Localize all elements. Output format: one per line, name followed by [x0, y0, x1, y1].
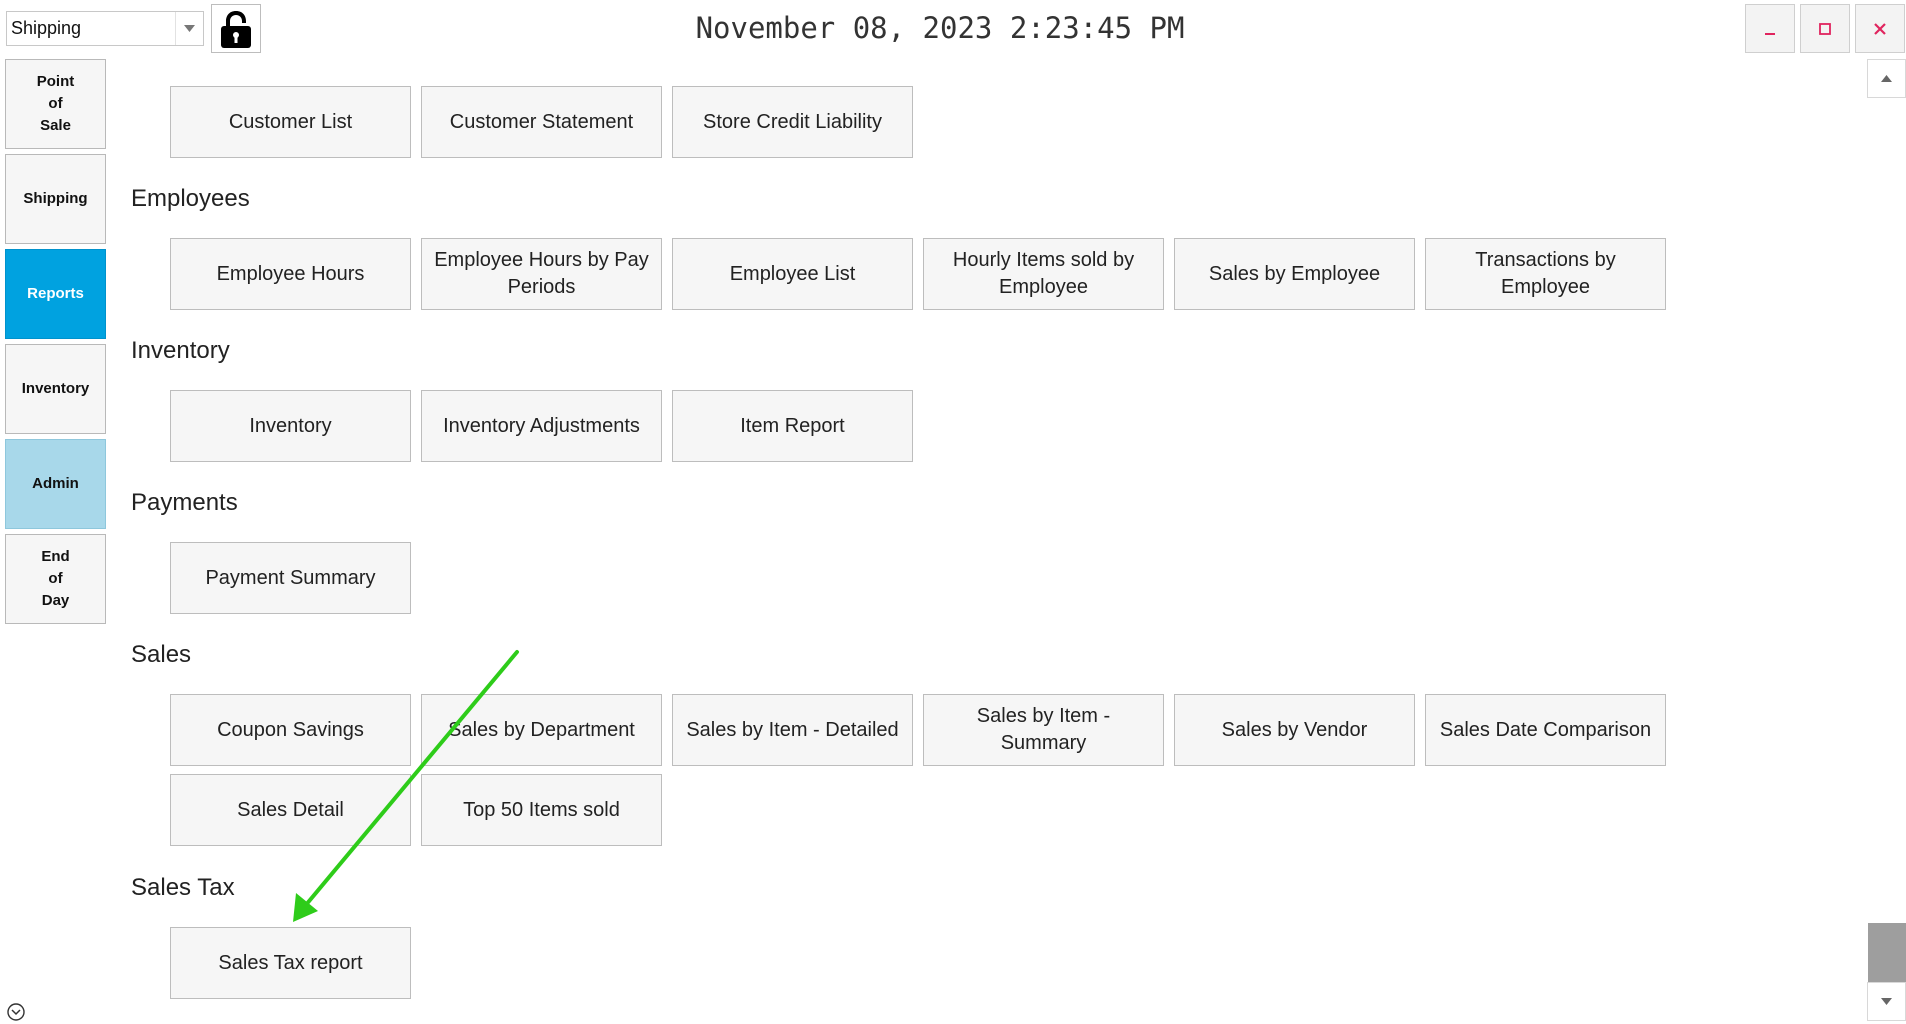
close-icon	[1874, 22, 1886, 35]
report-store-credit-liability-button[interactable]: Store Credit Liability	[672, 86, 913, 158]
report-payment-summary-button[interactable]: Payment Summary	[170, 542, 411, 614]
sidebar-item-shipping[interactable]: Shipping	[5, 154, 106, 244]
report-coupon-savings-button[interactable]: Coupon Savings	[170, 694, 411, 766]
section-title-sales: Sales	[131, 641, 192, 668]
maximize-button[interactable]	[1800, 4, 1850, 53]
minimize-icon	[1765, 32, 1775, 35]
report-customer-statement-button[interactable]: Customer Statement	[421, 86, 662, 158]
scrollbar-thumb[interactable]	[1868, 923, 1906, 982]
report-sales-by-item-detailed-button[interactable]: Sales by Item - Detailed	[672, 694, 913, 766]
report-top-50-items-sold-button[interactable]: Top 50 Items sold	[421, 774, 662, 846]
report-transactions-by-employee-button[interactable]: Transactions by Employee	[1425, 238, 1666, 310]
reports-panel: Customer List Customer Statement Store C…	[131, 0, 1666, 1024]
close-button[interactable]	[1855, 4, 1905, 53]
minimize-button[interactable]	[1745, 4, 1795, 53]
sidebar-item-inventory[interactable]: Inventory	[5, 344, 106, 434]
chevron-down-circle-icon[interactable]	[6, 1002, 26, 1022]
maximize-icon	[1819, 22, 1831, 35]
report-employee-hours-by-pay-periods-button[interactable]: Employee Hours by Pay Periods	[421, 238, 662, 310]
scroll-down-button[interactable]	[1867, 982, 1906, 1021]
section-title-inventory: Inventory	[131, 337, 230, 364]
report-item-report-button[interactable]: Item Report	[672, 390, 913, 462]
sidebar-item-end-of-day[interactable]: End of Day	[5, 534, 106, 624]
report-inventory-button[interactable]: Inventory	[170, 390, 411, 462]
report-sales-by-vendor-button[interactable]: Sales by Vendor	[1174, 694, 1415, 766]
section-title-payments: Payments	[131, 489, 238, 516]
sidebar-item-point-of-sale[interactable]: Point of Sale	[5, 59, 106, 149]
report-sales-tax-report-button[interactable]: Sales Tax report	[170, 927, 411, 999]
report-sales-by-item-summary-button[interactable]: Sales by Item - Summary	[923, 694, 1164, 766]
app-window: Shipping November 08, 2023 2:23:45 PM Po…	[0, 0, 1906, 1024]
report-sales-date-comparison-button[interactable]: Sales Date Comparison	[1425, 694, 1666, 766]
scroll-up-button[interactable]	[1867, 59, 1906, 98]
sidebar-item-admin[interactable]: Admin	[5, 439, 106, 529]
section-title-sales-tax: Sales Tax	[131, 874, 235, 901]
report-employee-list-button[interactable]: Employee List	[672, 238, 913, 310]
section-title-employees: Employees	[131, 185, 250, 212]
report-inventory-adjustments-button[interactable]: Inventory Adjustments	[421, 390, 662, 462]
sidebar: Point of Sale Shipping Reports Inventory…	[5, 59, 106, 629]
report-sales-by-employee-button[interactable]: Sales by Employee	[1174, 238, 1415, 310]
store-select-value: Shipping	[11, 18, 82, 38]
report-employee-hours-button[interactable]: Employee Hours	[170, 238, 411, 310]
chevron-down-icon	[1881, 998, 1892, 1005]
report-sales-by-department-button[interactable]: Sales by Department	[421, 694, 662, 766]
report-customer-list-button[interactable]: Customer List	[170, 86, 411, 158]
report-hourly-items-sold-by-employee-button[interactable]: Hourly Items sold by Employee	[923, 238, 1164, 310]
sidebar-item-reports[interactable]: Reports	[5, 249, 106, 339]
chevron-up-icon	[1881, 75, 1892, 82]
report-sales-detail-button[interactable]: Sales Detail	[170, 774, 411, 846]
